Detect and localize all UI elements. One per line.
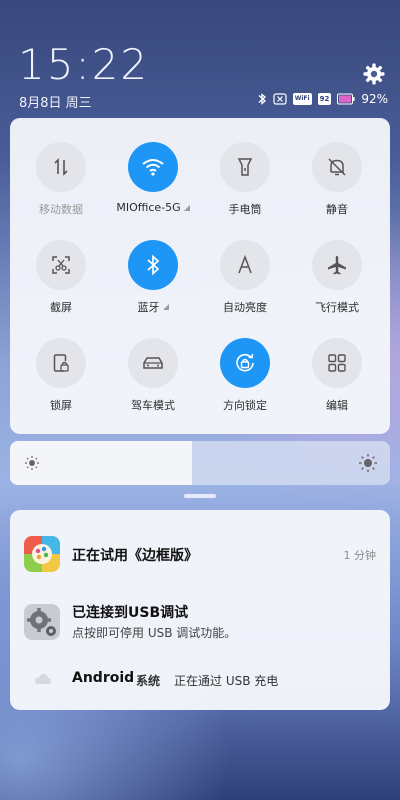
brightness-high-icon (358, 453, 378, 477)
car-icon (128, 338, 178, 388)
notification-panel: 正在试用《边框版》 1 分钟 已连接到USB调试 点按即可停用 USB 调试功能… (10, 510, 390, 710)
tile-mute[interactable]: 静音 (291, 142, 383, 240)
wifi-icon (128, 142, 178, 192)
tile-label: 编辑 (326, 399, 348, 412)
wifi-status-icon: WiFi (292, 93, 312, 105)
battery-percent: 92% (361, 92, 388, 106)
notification-app-name: Android (72, 670, 135, 686)
tile-label: 移动数据 (39, 203, 83, 216)
notification-text: 点按即可停用 USB 调试功能。 (72, 626, 237, 640)
edit-grid-icon (312, 338, 362, 388)
notification-usb-debug[interactable]: 已连接到USB调试 点按即可停用 USB 调试功能。 (10, 590, 390, 648)
usb-debug-gear-icon (24, 604, 60, 640)
flashlight-icon (220, 142, 270, 192)
tile-label: 静音 (326, 203, 348, 216)
auto-brightness-icon (220, 240, 270, 290)
bluetooth-icon (128, 240, 178, 290)
quick-settings-panel: 移动数据 MIOffice-5G 手电筒 静音 截屏 蓝牙 自动亮度 飞行模式 … (10, 118, 390, 434)
tile-label: 自动亮度 (223, 301, 267, 314)
brightness-low-icon (24, 455, 40, 475)
lock-screen-icon (36, 338, 86, 388)
settings-gear-icon[interactable] (362, 62, 386, 86)
tile-label: 手电筒 (228, 203, 262, 216)
battery-icon (337, 92, 355, 106)
tile-label: 飞行模式 (315, 301, 359, 314)
notification-text: 正在通过 USB 充电 (174, 674, 279, 688)
notification-app-tag: 系统 (136, 674, 161, 688)
tile-airplane[interactable]: 飞行模式 (291, 240, 383, 338)
tile-label: 锁屏 (50, 399, 72, 412)
bluetooth-status-icon (257, 92, 267, 106)
tile-label: 方向锁定 (223, 399, 267, 412)
tile-label: 驾车模式 (131, 399, 175, 412)
brightness-slider[interactable] (10, 441, 390, 485)
tile-edit[interactable]: 编辑 (291, 338, 383, 436)
vibrate-off-icon (273, 92, 287, 106)
theme-app-icon (24, 536, 60, 572)
notification-android-charging[interactable]: Android 系统 正在通过 USB 充电 (10, 658, 390, 698)
tile-auto-brightness[interactable]: 自动亮度 (199, 240, 291, 338)
clock-time: 15:22 (18, 40, 150, 89)
notification-title: 已连接到USB调试 (72, 605, 189, 621)
mute-bell-icon (312, 142, 362, 192)
airplane-icon (312, 240, 362, 290)
tile-mobile-data[interactable]: 移动数据 (15, 142, 107, 240)
tile-label: 蓝牙 (137, 301, 160, 314)
tile-bluetooth[interactable]: 蓝牙 (107, 240, 199, 338)
tile-label: 截屏 (50, 301, 72, 314)
notification-title: 正在试用《边框版》 (72, 548, 198, 564)
expand-corner-icon (162, 304, 169, 310)
tile-lock-screen[interactable]: 锁屏 (15, 338, 107, 436)
clock-date: 8月8日 周三 (19, 96, 92, 111)
signal-status-icon: 92 (317, 93, 332, 105)
screenshot-icon (36, 240, 86, 290)
tile-label: MIOffice-5G (116, 201, 181, 214)
panel-drag-handle[interactable] (184, 494, 216, 498)
tile-wifi[interactable]: MIOffice-5G (107, 142, 199, 240)
mobile-data-icon (36, 142, 86, 192)
notification-theme-trial[interactable]: 正在试用《边框版》 1 分钟 (10, 526, 390, 582)
status-bar: WiFi 92 92% (257, 90, 388, 108)
notification-time: 1 分钟 (343, 549, 377, 562)
tile-driving-mode[interactable]: 驾车模式 (107, 338, 199, 436)
expand-corner-icon (183, 204, 190, 211)
tile-rotation-lock[interactable]: 方向锁定 (199, 338, 291, 436)
rotation-lock-icon (220, 338, 270, 388)
cloud-icon (32, 670, 52, 689)
tile-screenshot[interactable]: 截屏 (15, 240, 107, 338)
tile-flashlight[interactable]: 手电筒 (199, 142, 291, 240)
